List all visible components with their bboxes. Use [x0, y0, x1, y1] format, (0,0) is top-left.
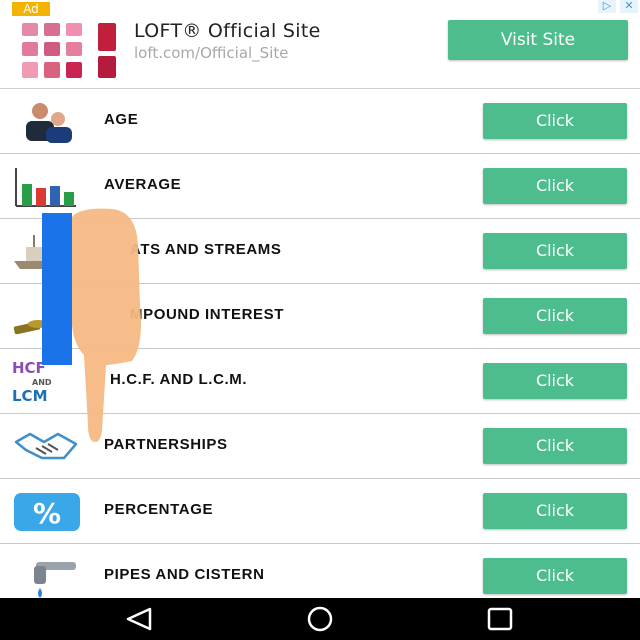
adchoices-icon[interactable]: ▷	[598, 0, 616, 13]
lcm-text: LCM	[12, 387, 48, 403]
navigation-bar	[0, 598, 640, 640]
row-label: AGE	[104, 111, 139, 128]
click-button[interactable]: Click	[483, 168, 627, 204]
boat-icon	[14, 235, 52, 269]
ad-badge: Ad	[12, 2, 50, 16]
row-label: ATS AND STREAMS	[130, 241, 282, 258]
click-button[interactable]: Click	[483, 428, 627, 464]
ad-title[interactable]: LOFT® Official Site	[134, 20, 321, 42]
row-label: MPOUND INTEREST	[130, 306, 285, 323]
home-icon[interactable]	[300, 604, 340, 634]
list-item-percentage[interactable]: % PERCENTAGE Click	[0, 479, 640, 544]
bar-chart-icon	[15, 168, 76, 207]
row-label: PARTNERSHIPS	[104, 436, 228, 453]
click-button[interactable]: Click	[483, 493, 627, 529]
and-text: AND	[32, 378, 52, 387]
hcf-text: HCF	[12, 359, 46, 377]
ad-url[interactable]: loft.com/Official_Site	[134, 44, 288, 62]
hcf-lcm-icon: HCF AND LCM	[12, 359, 52, 403]
row-label: PIPES AND CISTERN	[104, 566, 265, 583]
people-icon	[26, 103, 72, 143]
row-label: AVERAGE	[104, 176, 182, 193]
list-item-compound-interest[interactable]: MPOUND INTEREST Click	[0, 284, 640, 349]
click-button[interactable]: Click	[483, 233, 627, 269]
back-icon[interactable]	[120, 604, 160, 634]
list-item-age[interactable]: AGE Click	[0, 89, 640, 154]
percent-icon: %	[14, 493, 80, 531]
click-button[interactable]: Click	[483, 103, 627, 139]
list-item-hcf-lcm[interactable]: HCF AND LCM H.C.F. AND L.C.M. Click	[0, 349, 640, 414]
money-icon	[13, 320, 48, 335]
visit-site-button[interactable]: Visit Site	[448, 20, 628, 60]
ad-banner[interactable]: Ad LOFT® Official Site loft.com/Official…	[0, 0, 640, 89]
click-button[interactable]: Click	[483, 298, 627, 334]
close-icon[interactable]: ✕	[620, 0, 638, 13]
ad-thumbnail[interactable]	[18, 20, 120, 82]
ad-choices[interactable]: ▷ ✕	[592, 0, 638, 14]
click-button[interactable]: Click	[483, 558, 627, 594]
list-item-boats-and-streams[interactable]: ATS AND STREAMS Click	[0, 219, 640, 284]
handshake-icon	[14, 432, 78, 460]
list-item-average[interactable]: AVERAGE Click	[0, 154, 640, 219]
row-label: H.C.F. AND L.C.M.	[110, 371, 248, 388]
list-item-partnerships[interactable]: PARTNERSHIPS Click	[0, 414, 640, 479]
row-label: PERCENTAGE	[104, 501, 214, 518]
click-button[interactable]: Click	[483, 363, 627, 399]
recents-icon[interactable]	[480, 604, 520, 634]
percent-symbol: %	[33, 497, 61, 530]
faucet-icon	[34, 562, 76, 598]
